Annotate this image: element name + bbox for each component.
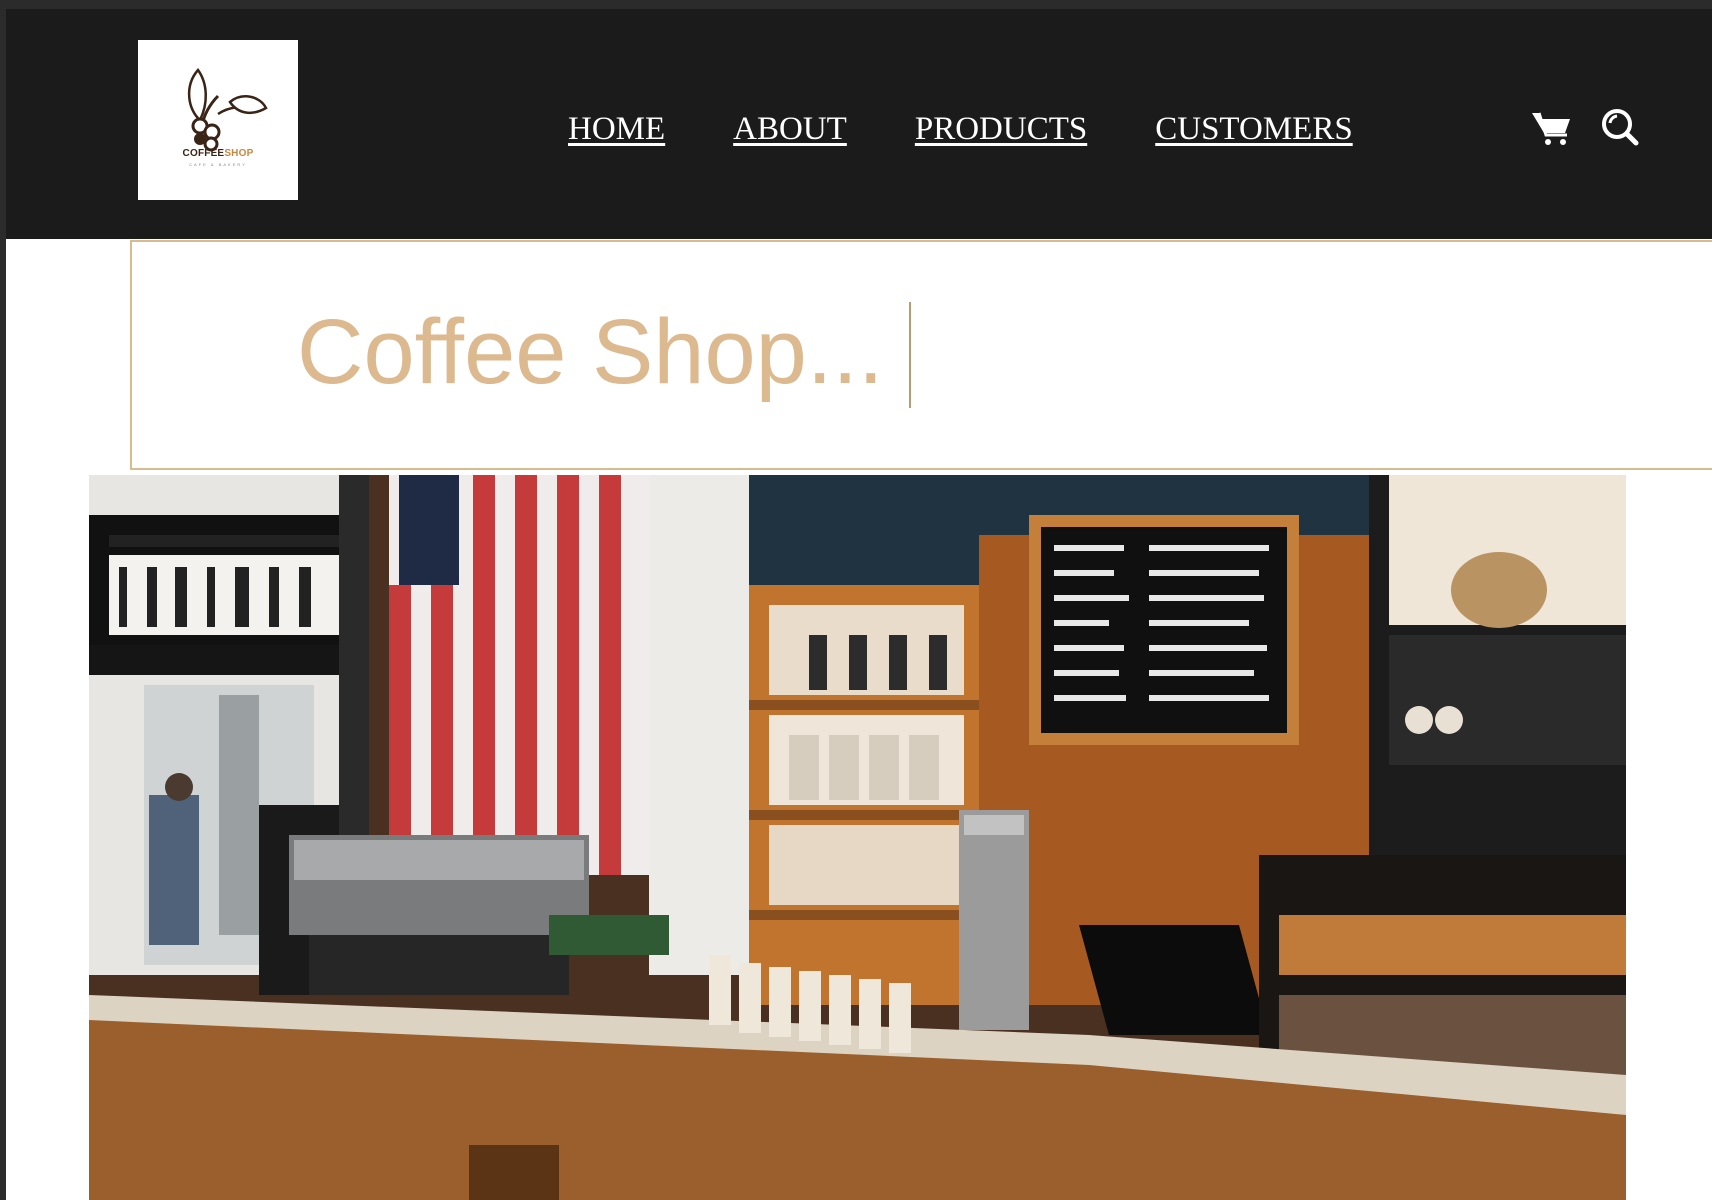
nav-home[interactable]: HOME (568, 111, 665, 148)
logo-wordmark: COFFEESHOP (182, 148, 254, 159)
nav-customers[interactable]: CUSTOMERS (1155, 111, 1352, 148)
cart-icon (1532, 112, 1570, 145)
logo-tagline: CAFE & BAKERY (189, 162, 247, 167)
main-nav: HOME ABOUT PRODUCTS CUSTOMERS (568, 105, 1353, 153)
hero-title-box: Coffee Shop... (130, 240, 1712, 470)
text-caret (909, 302, 911, 408)
coffee-shop-interior-image (89, 475, 1626, 1200)
hero-photo (89, 475, 1626, 1200)
nav-about[interactable]: ABOUT (733, 111, 847, 148)
browser-viewport: COFFEESHOP CAFE & BAKERY HOME ABOUT PROD… (6, 9, 1712, 1200)
nav-products[interactable]: PRODUCTS (915, 111, 1087, 148)
coffee-branch-icon (188, 67, 268, 152)
site-logo[interactable]: COFFEESHOP CAFE & BAKERY (138, 40, 298, 200)
hero-title: Coffee Shop... (297, 301, 884, 403)
search-button[interactable] (1598, 105, 1642, 149)
search-icon (1602, 109, 1639, 146)
site-header: COFFEESHOP CAFE & BAKERY HOME ABOUT PROD… (6, 9, 1712, 239)
cart-button[interactable] (1530, 105, 1574, 149)
